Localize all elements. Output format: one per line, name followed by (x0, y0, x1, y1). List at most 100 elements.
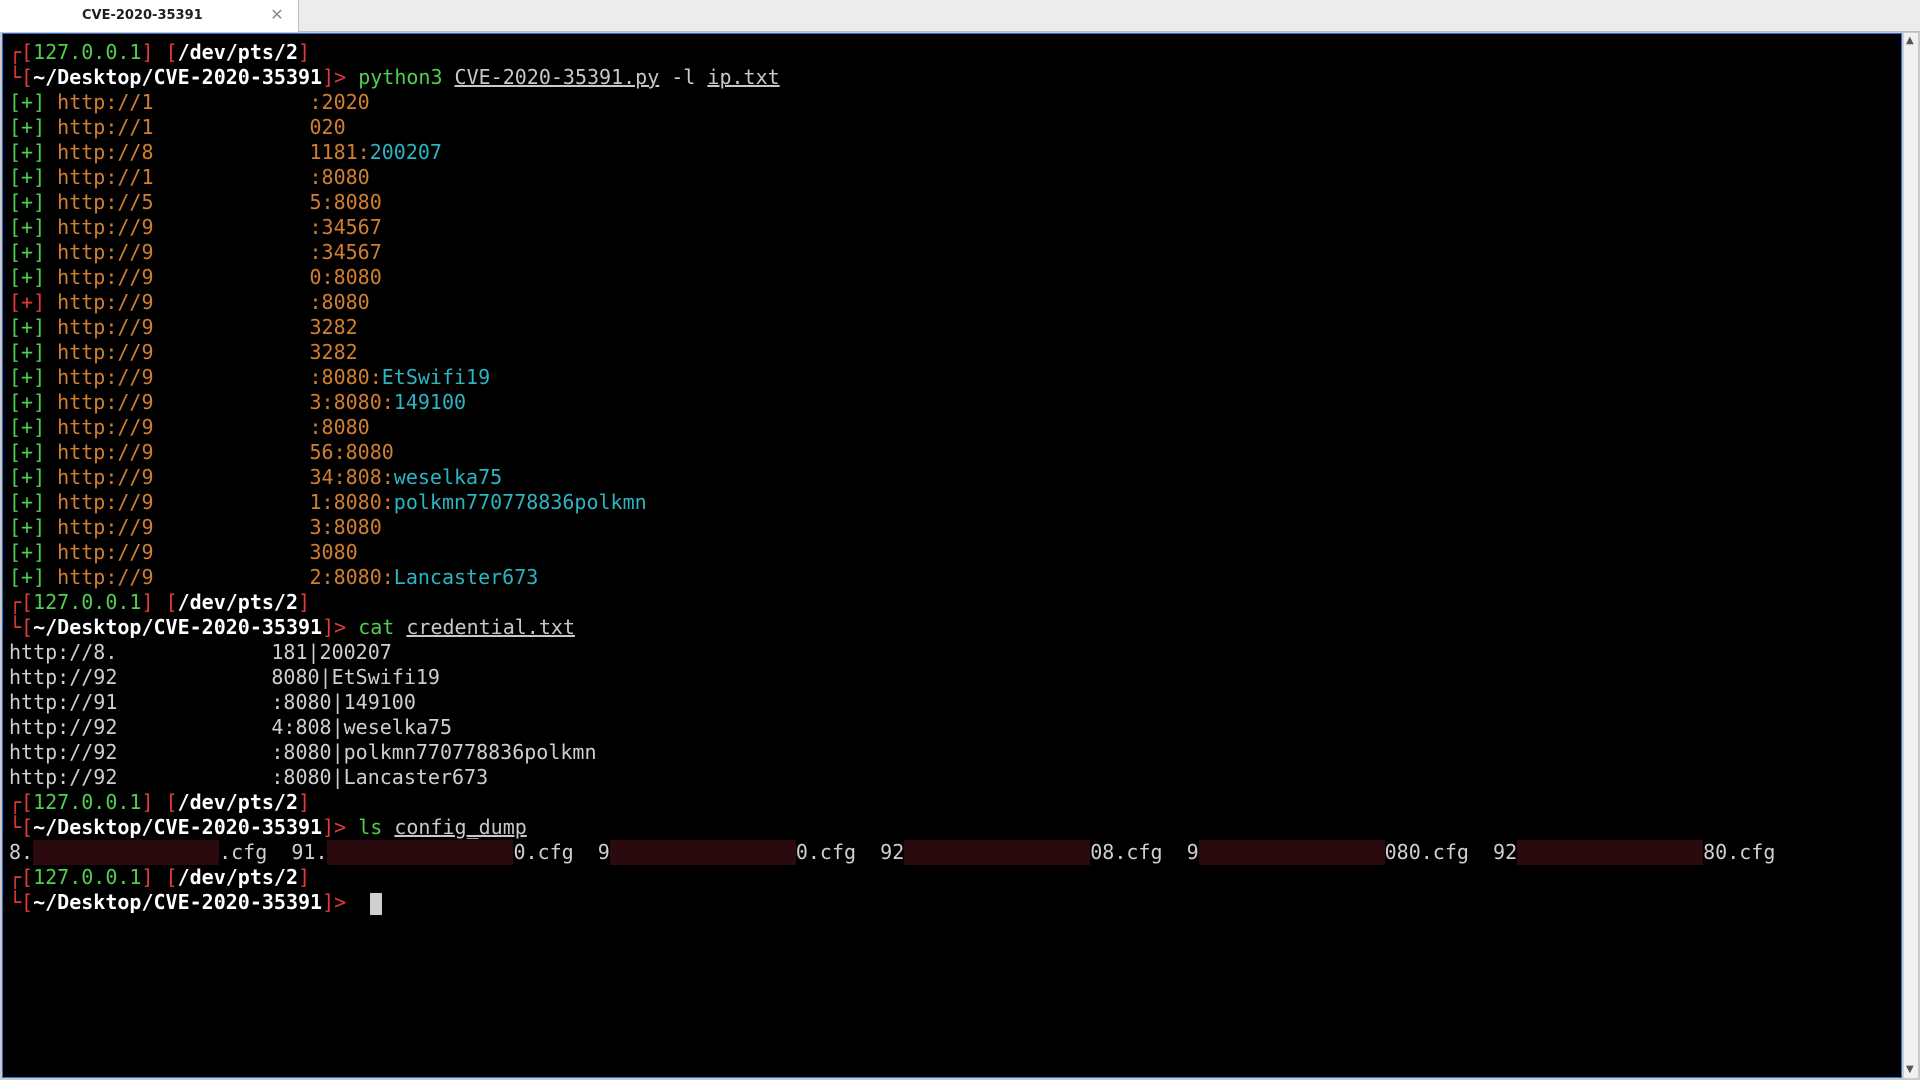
result-url-suffix: 0:8080 (309, 265, 382, 289)
prompt-bracket: ┌[ (9, 865, 34, 889)
prompt-line-host: ┌[127.0.0.1] [/dev/pts/2] (9, 865, 1889, 890)
command-arg: CVE-2020-35391.py (454, 65, 660, 89)
prompt-cwd: ~/Desktop/CVE-2020-35391 (33, 890, 323, 914)
result-url-prefix: http://9 (45, 215, 154, 239)
prompt-tty: /dev/pts/2 (177, 865, 299, 889)
config-file-suffix: 0.cfg (513, 840, 574, 864)
result-sep: : (369, 365, 382, 389)
result-url-suffix: 5:8080 (309, 190, 382, 214)
result-url-suffix: 3282 (309, 315, 358, 339)
result-password: EtSwifi19 (381, 365, 491, 389)
result-url-prefix: http://1 (45, 165, 154, 189)
scan-result-row: [+] http://9 3:8080 (9, 515, 1889, 540)
result-sep: : (381, 490, 394, 514)
result-mark: [+] (9, 540, 46, 564)
terminal-output: ┌[127.0.0.1] [/dev/pts/2] └[~/Desktop/CVE… (9, 40, 1889, 915)
scan-result-row: [+] http://5 5:8080 (9, 190, 1889, 215)
credential-prefix: http://92 (9, 665, 118, 689)
credential-prefix: http://8. (9, 640, 118, 664)
prompt-bracket: ┌[ (9, 40, 34, 64)
prompt-tty: /dev/pts/2 (177, 590, 299, 614)
result-password: 149100 (393, 390, 467, 414)
prompt-bracket: └[ (9, 815, 34, 839)
file-sep (1469, 840, 1493, 864)
result-url-prefix: http://9 (45, 465, 154, 489)
terminal-window[interactable]: ┌[127.0.0.1] [/dev/pts/2] └[~/Desktop/CVE… (2, 33, 1902, 1078)
result-url-prefix: http://1 (45, 115, 154, 139)
result-url-suffix: 3282 (309, 340, 358, 364)
config-file-suffix: 0.cfg (795, 840, 857, 864)
result-url-prefix: http://5 (45, 190, 154, 214)
scroll-down-icon[interactable]: ▼ (1906, 1065, 1916, 1075)
prompt-cwd: ~/Desktop/CVE-2020-35391 (33, 615, 323, 639)
result-sep: : (381, 390, 394, 414)
prompt-line-cwd: └[~/Desktop/CVE-2020-35391]> cat credent… (9, 615, 1889, 640)
command: python3 (358, 65, 455, 89)
credential-row: http://92 4:808|weselka75 (9, 715, 1889, 740)
prompt-tty: /dev/pts/2 (177, 40, 299, 64)
scan-result-row: [+] http://8 1181:200207 (9, 140, 1889, 165)
scan-result-row: [+] http://9 3282 (9, 315, 1889, 340)
scan-result-row: [+] http://9:8080 (9, 415, 1889, 440)
credential-prefix: http://92 (9, 715, 118, 739)
redacted-block (327, 840, 514, 865)
credential-row: http://92:8080|Lancaster673 (9, 765, 1889, 790)
redacted-block (609, 840, 796, 865)
result-url-suffix: 1181 (309, 140, 358, 164)
result-url-suffix: 3:8080 (309, 515, 382, 539)
text-cursor[interactable] (370, 892, 383, 915)
credential-prefix: http://92 (9, 740, 118, 764)
command: cat (358, 615, 407, 639)
file-sep (267, 840, 291, 864)
prompt-bracket: ] [ (141, 40, 178, 64)
redacted-block (1198, 840, 1385, 865)
result-url-suffix: 34:808 (309, 465, 382, 489)
result-url-prefix: http://9 (45, 440, 154, 464)
result-mark: [+] (9, 465, 46, 489)
scan-result-row: [+] http://9 34:808:weselka75 (9, 465, 1889, 490)
prompt-host: 127.0.0.1 (33, 865, 142, 889)
scan-result-row: [+] http://9 1:8080:polkmn770778836polkmn (9, 490, 1889, 515)
scroll-up-icon[interactable]: ▲ (1906, 36, 1916, 46)
result-sep: : (357, 140, 370, 164)
scan-result-row: [+] http://9 3:8080:149100 (9, 390, 1889, 415)
prompt-bracket: ] (298, 865, 311, 889)
prompt-arrow: ]> (322, 815, 359, 839)
result-url-suffix: :34567 (309, 215, 382, 239)
result-url-prefix: http://9 (45, 240, 154, 264)
result-url-suffix: :2020 (309, 90, 370, 114)
scan-result-row: [+] http://9 56:8080 (9, 440, 1889, 465)
result-url-prefix: http://9 (45, 290, 154, 314)
credential-row: http://92 :8080|polkmn770778836polkmn (9, 740, 1889, 765)
result-mark: [+] (9, 390, 46, 414)
prompt-line-host: ┌[127.0.0.1] [/dev/pts/2] (9, 790, 1889, 815)
prompt-cwd: ~/Desktop/CVE-2020-35391 (33, 815, 323, 839)
credential-suffix: 4:808|weselka75 (271, 715, 452, 739)
scan-result-row: [+] http://9:8080:EtSwifi19 (9, 365, 1889, 390)
result-url-suffix: 020 (309, 115, 346, 139)
scan-result-row: [+] http://9 3080 (9, 540, 1889, 565)
prompt-bracket: ] (298, 40, 311, 64)
vertical-scrollbar[interactable]: ▲ ▼ (1903, 33, 1918, 1078)
prompt-bracket: └[ (9, 65, 34, 89)
prompt-arrow: ]> (322, 615, 359, 639)
tab-terminal[interactable]: CVE-2020-35391 ✕ (0, 0, 299, 32)
scan-result-row: [+] http://1 020 (9, 115, 1889, 140)
scan-result-row: [+] http://9 0:8080 (9, 265, 1889, 290)
redacted-block (904, 840, 1091, 865)
command-arg: ip.txt (707, 65, 780, 89)
close-icon[interactable]: ✕ (268, 6, 286, 24)
credential-suffix: 8080|EtSwifi19 (271, 665, 440, 689)
result-url-suffix: 3080 (309, 540, 358, 564)
prompt-bracket: ] [ (141, 865, 178, 889)
redacted-block (33, 840, 220, 865)
config-file-suffix: .cfg (219, 840, 268, 864)
credential-suffix: 181|200207 (271, 640, 392, 664)
redacted-block (1517, 840, 1704, 865)
result-url-suffix: 1:8080 (309, 490, 382, 514)
credential-suffix: :8080|polkmn770778836polkmn (271, 740, 597, 764)
result-url-suffix: 56:8080 (309, 440, 394, 464)
prompt-bracket: ┌[ (9, 590, 34, 614)
prompt-line-cwd: └[~/Desktop/CVE-2020-35391]> python3 CVE… (9, 65, 1889, 90)
credential-row: http://8. 181|200207 (9, 640, 1889, 665)
